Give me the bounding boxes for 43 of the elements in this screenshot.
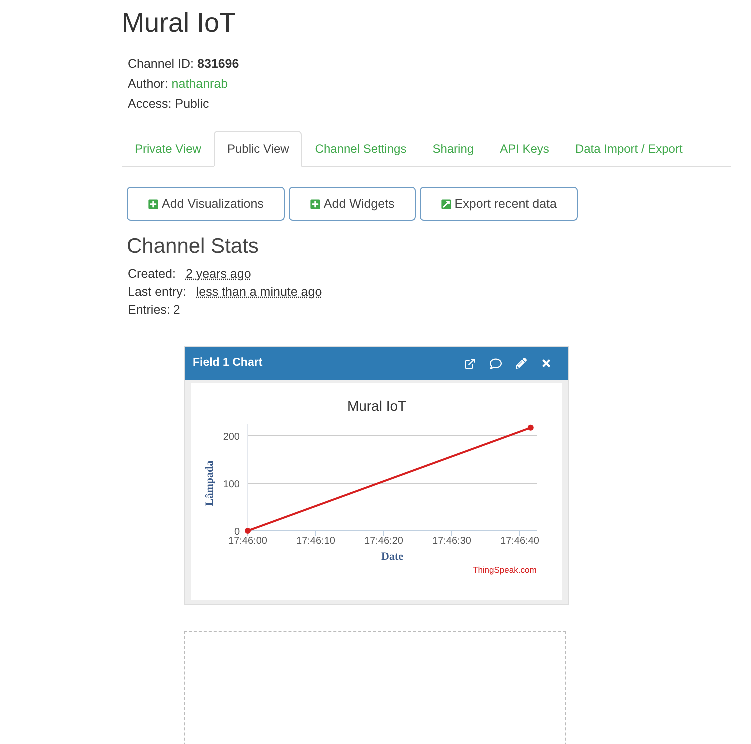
y-axis-title: Lâmpada	[204, 460, 216, 506]
y-tick-label: 0	[234, 527, 240, 538]
stat-label: Entries:	[128, 302, 170, 319]
chart-credit: ThingSpeak.com	[473, 564, 537, 577]
external-link-icon[interactable]	[464, 358, 476, 370]
action-button[interactable]: Add Widgets	[288, 187, 416, 221]
action-button[interactable]: Export recent data	[420, 187, 578, 221]
x-tick-label: 17:46:40	[500, 536, 540, 547]
channel-title: Mural IoT	[122, 7, 238, 40]
x-tick-label: 17:46:10	[296, 536, 336, 547]
tab[interactable]: API Keys	[487, 131, 562, 167]
x-axis-title: Date	[382, 551, 404, 563]
action-button[interactable]: Add Visualizations	[127, 187, 285, 221]
y-tick-label: 100	[223, 480, 240, 490]
y-tick-label: 200	[223, 432, 240, 443]
stat-label: Created:	[128, 266, 176, 283]
data-point	[528, 424, 534, 431]
channel-info: Access: Public	[128, 96, 210, 113]
plus-icon	[310, 198, 321, 210]
x-tick-label: 17:46:20	[364, 536, 404, 547]
channel-info: Channel ID: 831696	[128, 56, 240, 73]
stat-value: 2	[173, 302, 180, 319]
stat-value: less than a minute ago	[196, 284, 322, 301]
export-icon	[440, 198, 452, 210]
x-tick-label: 17:46:00	[228, 536, 268, 547]
x-tick-label: 17:46:30	[432, 536, 472, 547]
channel-info: Author: nathanrab	[128, 76, 230, 93]
tab[interactable]: Private View	[122, 131, 214, 167]
data-point	[245, 528, 251, 534]
close-icon[interactable]	[541, 358, 552, 369]
chart-title: Mural IoT	[347, 398, 407, 414]
edit-icon[interactable]	[516, 358, 527, 369]
section-heading: Channel Stats	[126, 234, 260, 260]
widget-title: Field 1 Chart	[193, 356, 264, 371]
plus-icon	[148, 198, 159, 210]
tab[interactable]: Data Import / Export	[562, 131, 696, 167]
tab[interactable]: Sharing	[420, 131, 488, 167]
stat-label: Last entry:	[128, 284, 186, 301]
tab[interactable]: Channel Settings	[302, 131, 420, 167]
comment-icon[interactable]	[490, 358, 502, 370]
author-link[interactable]: nathanrab	[172, 77, 228, 91]
tab[interactable]: Public View	[214, 131, 302, 167]
stat-value: 2 years ago	[186, 266, 252, 283]
